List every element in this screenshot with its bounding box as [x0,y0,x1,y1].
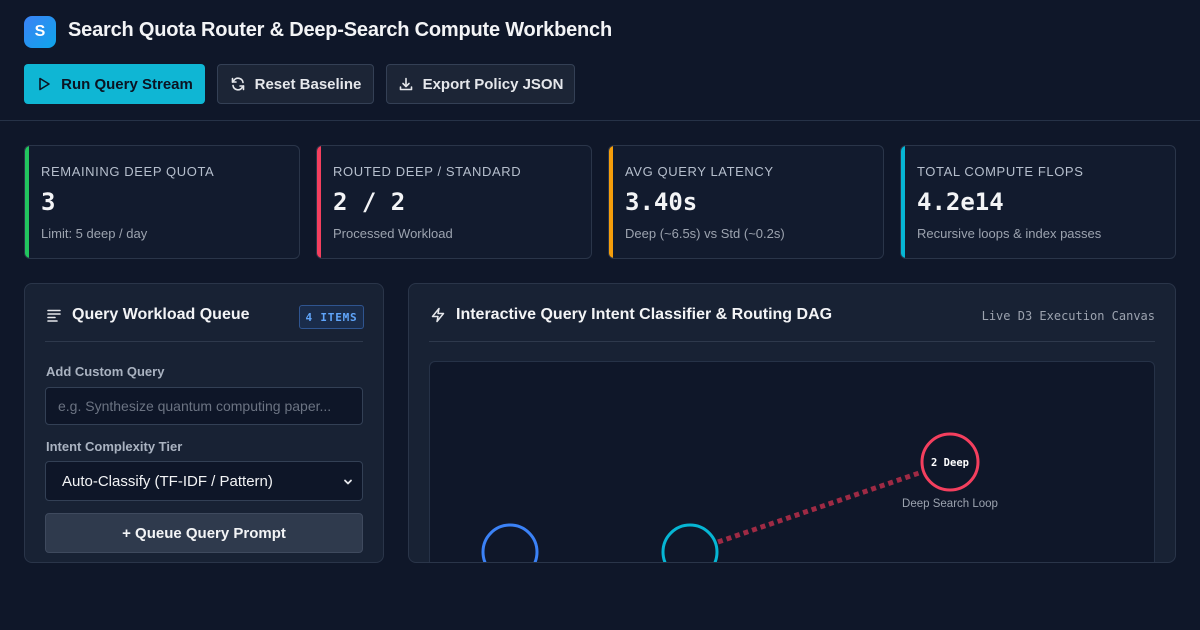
complexity-tier-label: Intent Complexity Tier [46,439,183,454]
stat-card-flops: TOTAL COMPUTE FLOPS 4.2e14 Recursive loo… [900,145,1176,259]
app-header: S Search Quota Router & Deep-Search Comp… [0,0,1200,121]
stat-card-routed: ROUTED DEEP / STANDARD 2 / 2 Processed W… [316,145,592,259]
stat-label: TOTAL COMPUTE FLOPS [917,164,1084,179]
reset-baseline-button[interactable]: Reset Baseline [217,64,374,104]
download-icon [399,77,412,91]
chevron-down-icon [344,479,352,485]
stat-label: AVG QUERY LATENCY [625,164,774,179]
list-icon [47,309,61,322]
divider [45,341,363,342]
export-policy-json-button[interactable]: Export Policy JSON [386,64,575,104]
complexity-tier-value: Auto-Classify (TF-IDF / Pattern) [62,472,273,490]
dag-panel-title-text: Interactive Query Intent Classifier & Ro… [456,306,833,323]
divider [429,341,1155,342]
run-query-stream-button[interactable]: Run Query Stream [24,64,205,104]
stat-sub: Limit: 5 deep / day [41,226,148,241]
add-query-label: Add Custom Query [46,364,165,379]
complexity-tier-select[interactable]: Auto-Classify (TF-IDF / Pattern) [45,461,363,501]
app-title: Search Quota Router & Deep-Search Comput… [68,19,612,41]
stat-accent [609,146,613,258]
stat-card-remaining-quota: REMAINING DEEP QUOTA 3 Limit: 5 deep / d… [24,145,300,259]
canvas-tag: Live D3 Execution Canvas [981,309,1155,323]
run-query-stream-label: Run Query Stream [61,75,193,93]
deep-node-caption: Deep Search Loop [902,498,998,510]
queue-query-button[interactable]: + Queue Query Prompt [45,513,363,553]
stat-label: REMAINING DEEP QUOTA [41,164,215,179]
lightning-icon [431,307,445,323]
deep-node-label: 2 Deep [931,457,969,469]
queue-panel-title-text: Query Workload Queue [72,306,250,323]
stat-value: 3 [41,188,56,216]
queue-panel-title: Query Workload Queue [46,306,250,324]
play-icon [39,77,50,91]
refresh-icon [231,77,244,91]
query-workload-queue-panel: Query Workload Queue 4 ITEMS Add Custom … [24,283,384,563]
reset-baseline-label: Reset Baseline [254,75,362,93]
dag-svg: 2 Deep Deep Search Loop [481,432,998,563]
stat-sub: Recursive loops & index passes [917,226,1102,241]
queue-count-badge: 4 ITEMS [299,305,364,329]
dag-canvas[interactable]: 2 Deep Deep Search Loop [429,361,1155,563]
stat-accent [901,146,905,258]
app-logo: S [24,16,56,48]
routing-dag-panel: Interactive Query Intent Classifier & Ro… [408,283,1176,563]
export-policy-json-label: Export Policy JSON [422,75,564,93]
stat-sub: Processed Workload [333,226,453,241]
stat-label: ROUTED DEEP / STANDARD [333,164,522,179]
stat-value: 2 / 2 [333,188,406,216]
stat-sub: Deep (~6.5s) vs Std (~0.2s) [625,226,785,241]
stat-value: 3.40s [625,188,698,216]
stat-accent [25,146,29,258]
deep-route-edge [717,469,923,545]
stat-accent [317,146,321,258]
stat-card-latency: AVG QUERY LATENCY 3.40s Deep (~6.5s) vs … [608,145,884,259]
input-node[interactable] [481,523,539,563]
classifier-node[interactable] [661,523,719,563]
custom-query-input[interactable] [45,387,363,425]
dag-panel-title: Interactive Query Intent Classifier & Ro… [430,306,832,324]
stat-value: 4.2e14 [917,188,1004,216]
